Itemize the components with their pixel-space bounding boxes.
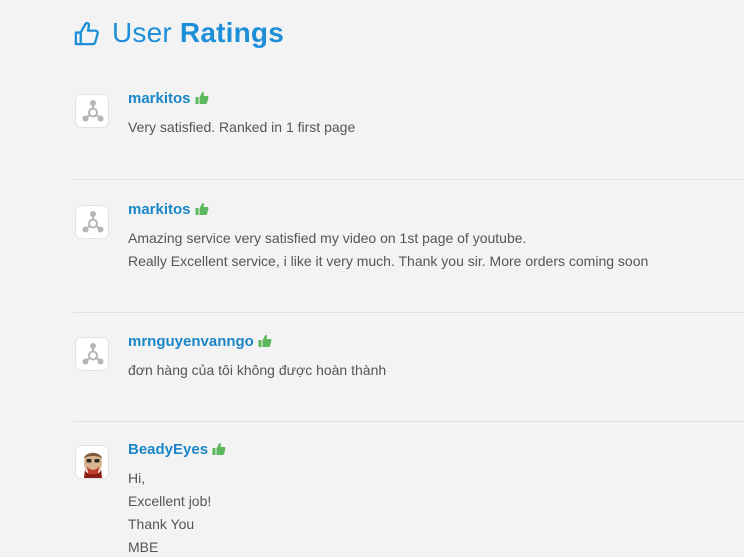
thumbs-up-icon (74, 21, 99, 45)
title-light: User (112, 17, 172, 48)
review-header: markitos (128, 88, 744, 108)
review-text: đơn hàng của tôi không được hoàn thành (128, 359, 744, 382)
username-link[interactable]: mrnguyenvanngo (128, 333, 254, 350)
thumbs-up-icon (195, 203, 209, 215)
review-line: Amazing service very satisfied my video … (128, 230, 527, 246)
username-link[interactable]: BeadyEyes (128, 441, 208, 458)
review-content: markitos Amazing service very satisfied … (128, 199, 744, 273)
default-avatar-icon[interactable] (75, 94, 109, 128)
ratings-header: User Ratings (73, 16, 284, 50)
review-line: MBE (128, 539, 159, 555)
review-line: Thank You (128, 516, 195, 532)
review-line: Really Excellent service, i like it very… (128, 253, 649, 269)
review-line: đơn hàng của tôi không được hoàn thành (128, 362, 387, 378)
review-item: mrnguyenvanngo đơn hàng của tôi không đư… (73, 312, 744, 421)
review-item: markitos Very satisfied. Ranked in 1 fir… (73, 88, 744, 178)
default-avatar-icon[interactable] (75, 205, 109, 239)
default-avatar-icon[interactable] (75, 337, 109, 371)
username-link[interactable]: markitos (128, 90, 191, 107)
review-text: Hi, Excellent job! Thank You MBE (128, 467, 744, 557)
review-line: Very satisfied. Ranked in 1 first page (128, 119, 356, 135)
review-line: Excellent job! (128, 493, 212, 509)
review-content: BeadyEyes Hi, Excellent job! Thank You M… (128, 439, 744, 557)
review-line: Hi, (128, 470, 146, 486)
thumbs-up-icon (258, 335, 272, 347)
review-header: markitos (128, 199, 744, 219)
review-text: Very satisfied. Ranked in 1 first page (128, 116, 744, 139)
thumbs-up-icon (195, 92, 209, 104)
username-link[interactable]: markitos (128, 201, 191, 218)
user-photo-avatar[interactable] (75, 445, 109, 479)
review-text: Amazing service very satisfied my video … (128, 227, 744, 273)
review-item: BeadyEyes Hi, Excellent job! Thank You M… (73, 421, 744, 557)
review-content: markitos Very satisfied. Ranked in 1 fir… (128, 88, 744, 139)
review-header: mrnguyenvanngo (128, 331, 744, 351)
review-item: markitos Amazing service very satisfied … (73, 179, 744, 312)
title-bold: Ratings (179, 17, 284, 48)
thumbs-up-icon (212, 443, 226, 455)
user-ratings-page: User Ratings markitos Very satisfied. Ra… (0, 0, 744, 557)
page-title: User Ratings (112, 16, 284, 50)
review-content: mrnguyenvanngo đơn hàng của tôi không đư… (128, 331, 744, 382)
review-header: BeadyEyes (128, 439, 744, 459)
